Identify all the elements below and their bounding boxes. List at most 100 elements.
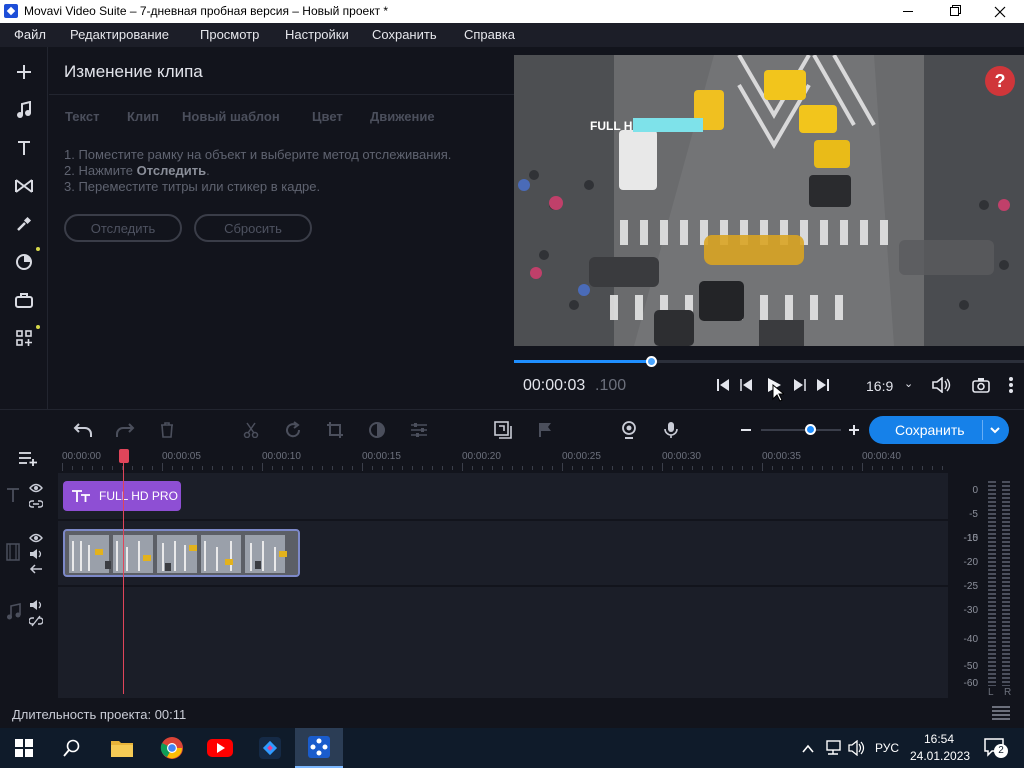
time-ruler[interactable]: 00:00:00 00:00:05 00:00:10 00:00:15 00:00:20…: [58, 449, 948, 471]
toolbox-icon: [15, 293, 33, 308]
tab-text[interactable]: Текст: [65, 109, 99, 124]
ruler-tick-mark: [92, 466, 93, 470]
playhead-handle[interactable]: [119, 449, 129, 463]
go-to-end-button[interactable]: [816, 378, 830, 397]
progress-handle[interactable]: [645, 356, 657, 367]
windows-logo-icon: [15, 739, 33, 757]
file-explorer-button[interactable]: [98, 728, 146, 768]
cut-button[interactable]: [240, 420, 262, 440]
menu-file[interactable]: Файл: [14, 27, 46, 42]
meter-label-left: L: [988, 687, 994, 698]
aspect-ratio-select[interactable]: 16:9: [866, 378, 893, 394]
titles-button[interactable]: [8, 133, 40, 163]
menu-save[interactable]: Сохранить: [372, 27, 437, 42]
network-icon[interactable]: [824, 740, 842, 761]
ruler-tick-mark: [312, 466, 313, 470]
arrow-left-icon[interactable]: [29, 564, 43, 574]
title-track[interactable]: [58, 473, 948, 519]
snapshot-button[interactable]: [972, 377, 990, 398]
tab-color[interactable]: Цвет: [312, 109, 343, 124]
menu-help[interactable]: Справка: [464, 27, 515, 42]
undo-button[interactable]: [72, 420, 94, 440]
visibility-eye-icon[interactable]: [29, 533, 43, 543]
music-button[interactable]: [8, 95, 40, 125]
tab-motion[interactable]: Движение: [370, 109, 435, 124]
overlay-button[interactable]: [492, 420, 514, 440]
go-to-start-button[interactable]: [716, 378, 730, 397]
export-save-button[interactable]: Сохранить: [869, 416, 1009, 444]
close-icon: [994, 6, 1006, 17]
mute-speaker-icon[interactable]: [29, 548, 43, 560]
add-track-button[interactable]: [18, 450, 40, 471]
start-button[interactable]: [0, 728, 48, 768]
ruler-tick-mark: [762, 463, 763, 471]
apps-button[interactable]: [8, 323, 40, 353]
title-clip[interactable]: FULL HD PRO: [63, 481, 181, 511]
help-button[interactable]: ?: [985, 66, 1015, 96]
previous-frame-button[interactable]: [740, 378, 754, 397]
close-button[interactable]: [977, 0, 1023, 23]
clock-date[interactable]: 24.01.2023: [910, 749, 970, 763]
meter-scale-label: -40: [963, 634, 978, 645]
instruction-step-2: 2. Нажмите Отследить.: [64, 163, 210, 178]
redo-button[interactable]: [114, 420, 136, 440]
zoom-slider-handle[interactable]: [804, 424, 816, 435]
chrome-button[interactable]: [148, 728, 196, 768]
ruler-tick-mark: [562, 463, 563, 471]
more-options-button[interactable]: [1008, 376, 1014, 399]
divider: [49, 94, 514, 95]
search-button[interactable]: [48, 728, 96, 768]
marker-button[interactable]: [534, 420, 556, 440]
unlink-icon[interactable]: [29, 615, 43, 627]
ruler-tick-mark: [232, 466, 233, 470]
movavi-suite-button[interactable]: [246, 728, 294, 768]
clip-properties-button[interactable]: [408, 420, 430, 440]
minimize-button[interactable]: [885, 0, 931, 23]
tab-clip[interactable]: Клип: [127, 109, 159, 124]
ruler-tick-mark: [932, 466, 933, 470]
tab-new-template[interactable]: Новый шаблон: [182, 109, 280, 124]
tracking-box: [633, 118, 703, 132]
zoom-out-button[interactable]: [735, 420, 757, 440]
delete-button[interactable]: [156, 420, 178, 440]
volume-tray-icon[interactable]: [848, 739, 866, 761]
menu-view[interactable]: Просмотр: [200, 27, 259, 42]
clock-time[interactable]: 16:54: [924, 732, 954, 746]
transitions-button[interactable]: [8, 171, 40, 201]
track-button[interactable]: Отследить: [64, 214, 182, 242]
zoom-in-button[interactable]: [843, 420, 865, 440]
link-icon[interactable]: [29, 499, 43, 509]
youtube-button[interactable]: [196, 728, 244, 768]
next-frame-button[interactable]: [792, 378, 806, 397]
search-icon: [63, 739, 80, 757]
mute-speaker-icon[interactable]: [29, 599, 43, 611]
notifications-button[interactable]: 2: [984, 738, 1008, 763]
webcam-record-button[interactable]: [618, 420, 640, 440]
text-track-icon: [7, 488, 19, 502]
audio-track[interactable]: [58, 587, 948, 698]
rotate-button[interactable]: [282, 420, 304, 440]
meter-settings-icon[interactable]: [992, 706, 1010, 720]
crop-button[interactable]: [324, 420, 346, 440]
filters-button[interactable]: [8, 209, 40, 239]
voice-record-button[interactable]: [660, 420, 682, 440]
ruler-tick-mark: [282, 466, 283, 470]
video-clip[interactable]: [63, 529, 300, 577]
import-button[interactable]: [8, 57, 40, 87]
more-tools-button[interactable]: [8, 285, 40, 315]
zoom-slider-track[interactable]: [761, 429, 841, 431]
export-options-chevron-icon[interactable]: [989, 423, 1001, 439]
input-language[interactable]: РУС: [875, 741, 899, 755]
maximize-button[interactable]: [931, 0, 977, 23]
menu-edit[interactable]: Редактирование: [70, 27, 169, 42]
video-preview[interactable]: FULL HD ?: [514, 55, 1024, 346]
ruler-tick-mark: [942, 466, 943, 470]
tray-overflow-chevron-icon[interactable]: [802, 741, 814, 759]
volume-button[interactable]: [932, 376, 952, 398]
visibility-eye-icon[interactable]: [29, 483, 43, 493]
reset-button[interactable]: Сбросить: [194, 214, 312, 242]
menu-settings[interactable]: Настройки: [285, 27, 349, 42]
stickers-button[interactable]: [8, 247, 40, 277]
movavi-video-editor-button[interactable]: [295, 728, 343, 768]
color-adjust-button[interactable]: [366, 420, 388, 440]
